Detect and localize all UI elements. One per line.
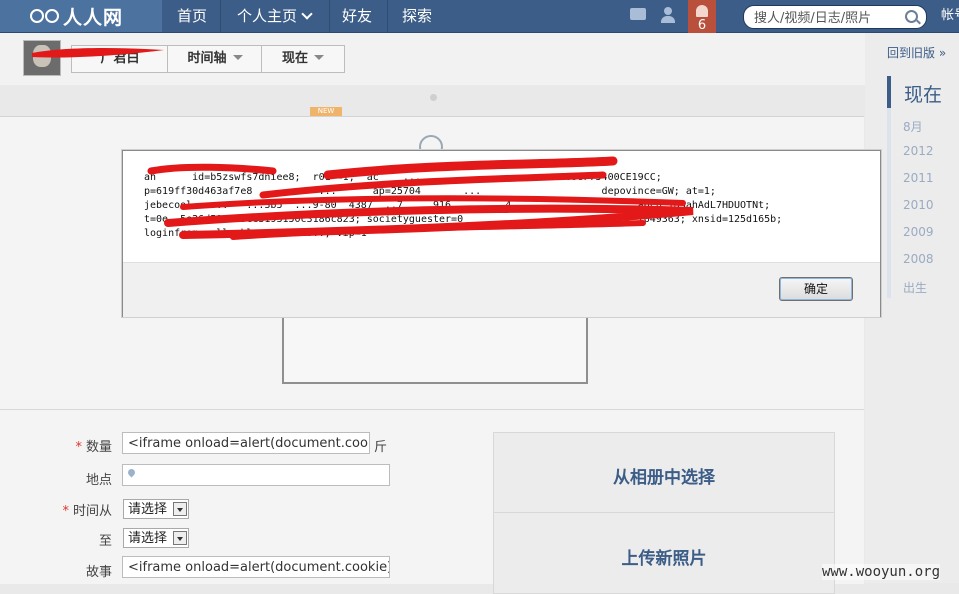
friend-request-icon[interactable]: [660, 6, 678, 24]
quantity-unit: 斤: [374, 440, 388, 455]
timeline-item[interactable]: 2012: [903, 144, 934, 158]
nav-profile-label: 个人主页: [237, 7, 298, 25]
alert-line: t=0e 5e26d593a89ee3193150c3186c823; soci…: [144, 214, 783, 225]
profile-name-tab[interactable]: 广君白: [71, 45, 169, 73]
caret-down-icon: [232, 55, 243, 60]
search-input[interactable]: [752, 8, 906, 28]
top-nav-bar: 人人网 首页 个人主页 好友 探索 6 帐号: [0, 0, 959, 46]
timeline-track: [887, 108, 891, 298]
timeline-now[interactable]: 现在: [904, 80, 942, 107]
avatar[interactable]: [23, 40, 61, 76]
profile-name: 广君白: [100, 51, 140, 66]
time-to-select[interactable]: 请选择: [123, 528, 189, 548]
avatar-face: [33, 45, 51, 67]
logo-text: 人人网: [63, 6, 124, 29]
photo-source-panel: 从相册中选择 上传新照片: [493, 432, 835, 594]
notification-count: 6: [697, 18, 707, 33]
new-badge: NEW: [310, 107, 342, 116]
ok-button[interactable]: 确定: [779, 277, 853, 301]
timeline-item[interactable]: 2008: [903, 252, 934, 266]
timeline-item[interactable]: 出生: [903, 279, 927, 296]
quantity-input[interactable]: <iframe onload=alert(document.cookie);>: [122, 432, 370, 454]
nav-explore[interactable]: 探索: [402, 0, 432, 32]
timeline-item[interactable]: 8月: [903, 118, 923, 135]
timeline-current-marker: [887, 76, 891, 108]
alert-line: loginfrom=null; kl=... ... ...; vip=1: [144, 228, 367, 239]
time-from-label: * 时间从: [62, 504, 112, 519]
tab-timeline-label: 时间轴: [187, 51, 227, 66]
chevron-down-icon: [301, 8, 313, 20]
account-menu[interactable]: 帐号: [941, 0, 959, 32]
tab-now[interactable]: 现在: [261, 45, 345, 73]
nav-friends[interactable]: 好友: [342, 0, 372, 32]
timeline-item[interactable]: 2011: [903, 171, 934, 185]
logo-icon: [30, 9, 59, 23]
alert-line: p=619ff30d463af7e8 ... ap=25704 ... depo…: [144, 186, 716, 197]
time-from-value: 请选择: [128, 502, 168, 517]
tab-timeline[interactable]: 时间轴: [167, 45, 263, 73]
album-divider: [494, 512, 834, 513]
nav-home[interactable]: 首页: [177, 0, 207, 32]
time-to-value: 请选择: [128, 531, 168, 546]
site-logo[interactable]: 人人网: [30, 4, 124, 29]
search-box: [743, 5, 927, 29]
nav-divider: [387, 0, 388, 32]
caret-down-icon: [314, 55, 324, 60]
back-to-old-version-link[interactable]: 回到旧版 »: [887, 44, 946, 61]
nav-divider: [220, 0, 221, 32]
timeline-item[interactable]: 2009: [903, 225, 934, 239]
time-to-label: 至: [98, 534, 112, 549]
timeline-item[interactable]: 2010: [903, 198, 934, 212]
alert-dialog: an id=b5zswfs7dniee8; r01 =1; ac ... ...…: [122, 150, 881, 317]
alert-message: an id=b5zswfs7dniee8; r01 =1; ac ... ...…: [144, 171, 864, 241]
chat-icon[interactable]: [630, 8, 646, 20]
time-from-select[interactable]: 请选择: [123, 499, 189, 519]
alert-line: jebecool ... ...3b5 ...9-80 4387 ..7 .. …: [144, 200, 771, 211]
choose-from-album-button[interactable]: 从相册中选择: [494, 463, 834, 488]
nav-profile[interactable]: 个人主页: [237, 0, 313, 32]
nav-divider: [329, 0, 330, 32]
alert-line: an id=b5zswfs7dniee8; r01 =1; ac ... ...…: [144, 172, 662, 183]
dropdown-arrow-icon[interactable]: [173, 502, 187, 516]
location-label: 地点: [85, 473, 112, 488]
watermark: www.wooyun.org: [822, 564, 941, 580]
dropdown-arrow-icon[interactable]: [173, 531, 187, 545]
tab-now-label: 现在: [281, 51, 308, 66]
upload-new-photo-button[interactable]: 上传新照片: [494, 544, 834, 569]
bell-icon: [696, 5, 708, 17]
alert-footer: 确定: [123, 262, 880, 317]
story-label: 故事: [85, 565, 112, 580]
search-icon[interactable]: [905, 10, 918, 23]
quantity-label: * 数量: [75, 440, 112, 455]
story-input[interactable]: <iframe onload=alert(document.cookie);>: [122, 556, 390, 578]
location-input[interactable]: [122, 464, 390, 486]
form-divider: [0, 409, 864, 410]
timeline-dot: [430, 94, 437, 101]
